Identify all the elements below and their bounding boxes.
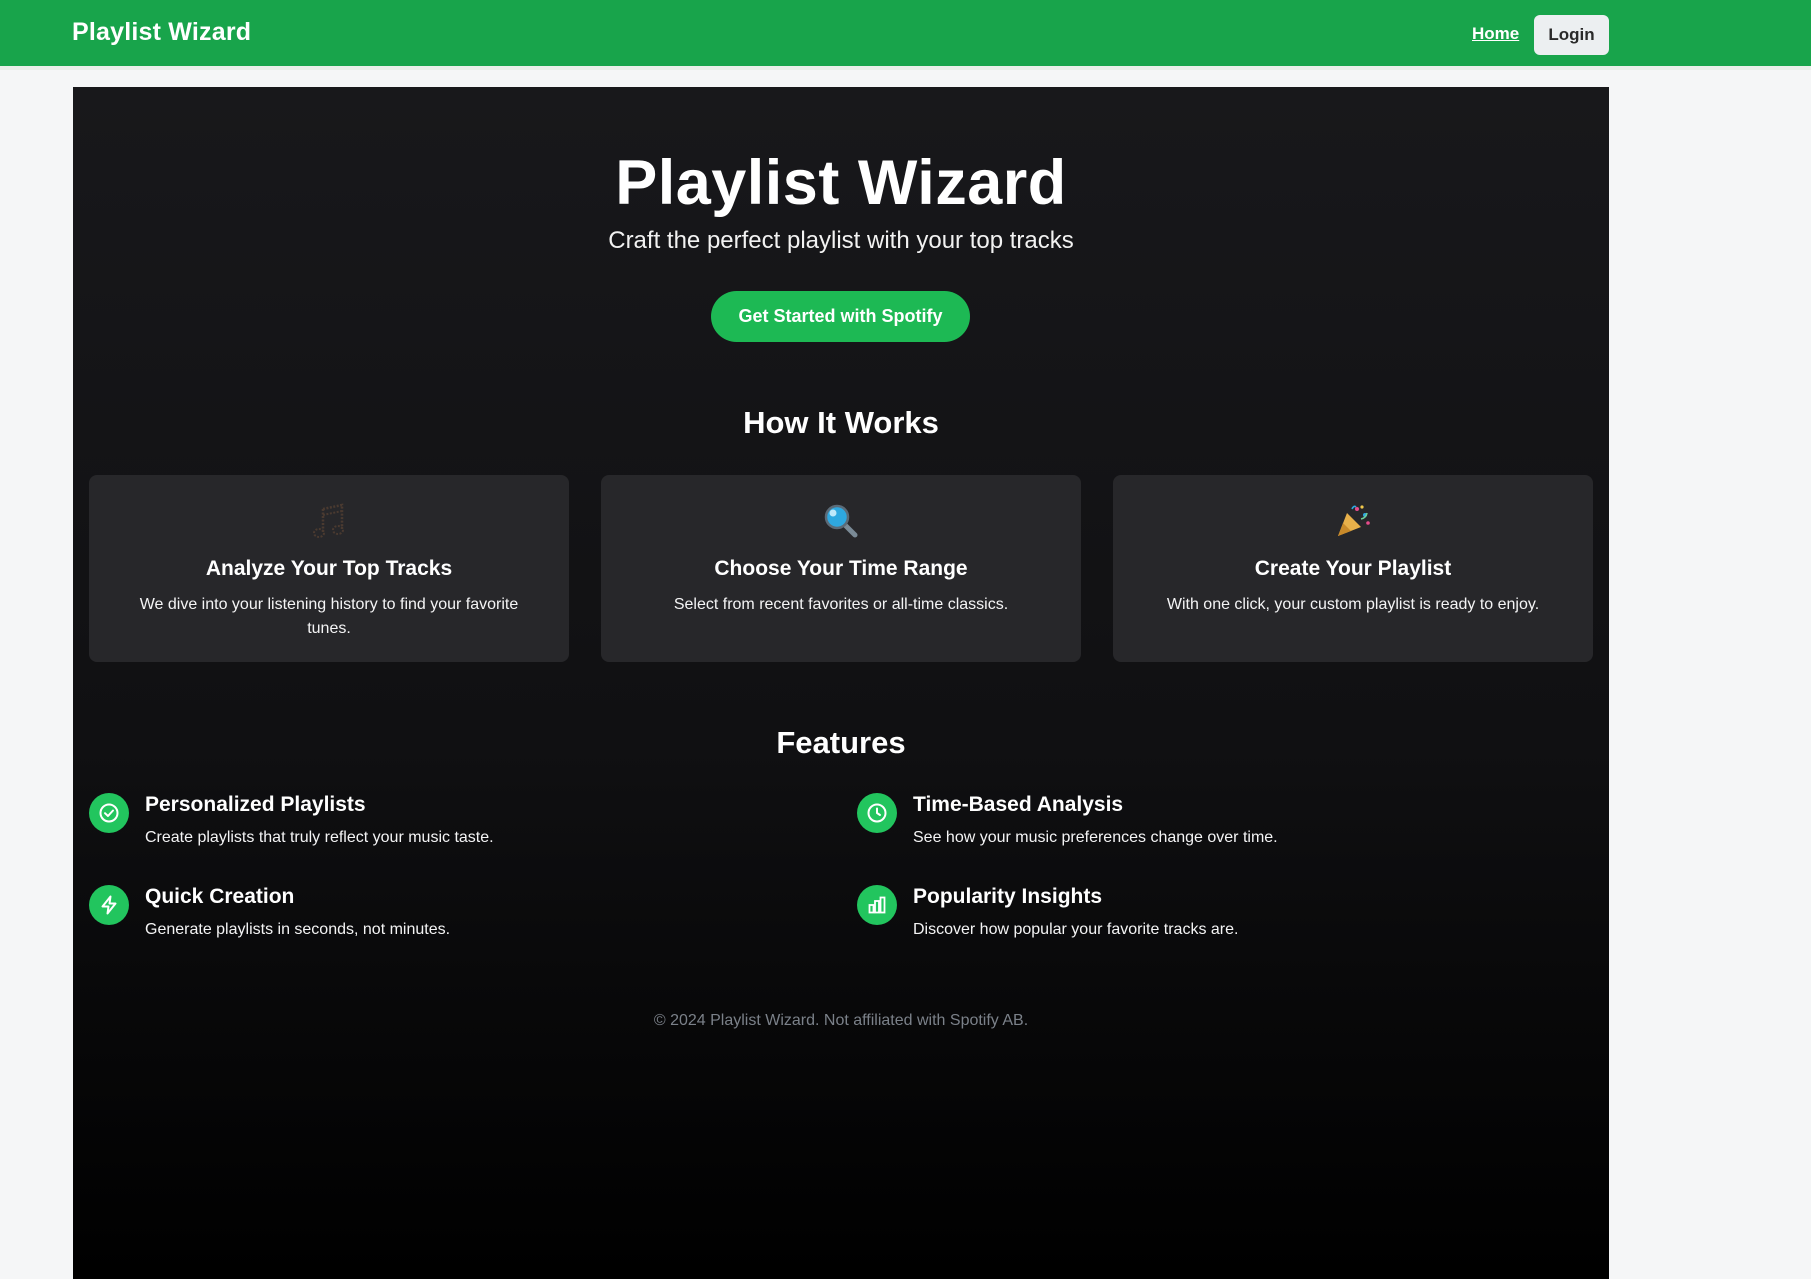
step-description: With one click, your custom playlist is … xyxy=(1166,596,1540,613)
step-card-time-range: Choose Your Time Range Select from recen… xyxy=(601,475,1081,662)
hero-subtitle: Craft the perfect playlist with your top… xyxy=(608,227,1074,254)
get-started-spotify-button[interactable]: Get Started with Spotify xyxy=(711,291,970,342)
step-description: We dive into your listening history to f… xyxy=(139,596,519,637)
step-description: Select from recent favorites or all-time… xyxy=(673,596,1009,613)
magnifying-glass-icon xyxy=(601,499,1081,539)
login-button[interactable]: Login xyxy=(1534,15,1609,55)
feature-description: Generate playlists in seconds, not minut… xyxy=(145,921,451,938)
step-card-analyze: Analyze Your Top Tracks We dive into you… xyxy=(89,475,569,662)
feature-popularity-insights: Popularity Insights Discover how popular… xyxy=(857,885,1557,955)
step-card-create: Create Your Playlist With one click, you… xyxy=(1113,475,1593,662)
lightning-bolt-icon xyxy=(89,885,129,925)
nav-home-link[interactable]: Home xyxy=(1472,24,1519,44)
step-title: Choose Your Time Range xyxy=(714,557,968,580)
feature-title: Quick Creation xyxy=(145,885,295,908)
feature-title: Personalized Playlists xyxy=(145,793,366,816)
feature-personalized-playlists: Personalized Playlists Create playlists … xyxy=(89,793,789,863)
top-navbar: Playlist Wizard Home Login xyxy=(0,0,1811,70)
features-title: Features xyxy=(776,725,906,760)
feature-description: See how your music preferences change ov… xyxy=(913,829,1278,846)
step-title: Analyze Your Top Tracks xyxy=(205,557,453,580)
feature-description: Create playlists that truly reflect your… xyxy=(145,829,494,846)
party-popper-icon xyxy=(1113,499,1593,539)
feature-quick-creation: Quick Creation Generate playlists in sec… xyxy=(89,885,789,955)
hero-title: Playlist Wizard xyxy=(615,148,1067,218)
feature-time-based-analysis: Time-Based Analysis See how your music p… xyxy=(857,793,1557,863)
main-content-panel: Playlist Wizard Craft the perfect playli… xyxy=(73,87,1609,1279)
clock-icon xyxy=(857,793,897,833)
feature-title: Popularity Insights xyxy=(913,885,1103,908)
step-title: Create Your Playlist xyxy=(1254,557,1452,580)
how-it-works-title: How It Works xyxy=(743,405,939,440)
feature-title: Time-Based Analysis xyxy=(913,793,1124,816)
feature-description: Discover how popular your favorite track… xyxy=(913,921,1239,938)
brand-logo-text[interactable]: Playlist Wizard xyxy=(72,18,251,47)
bar-chart-icon xyxy=(857,885,897,925)
musical-notes-icon xyxy=(89,499,569,539)
footer-copyright: © 2024 Playlist Wizard. Not affiliated w… xyxy=(653,1012,1029,1029)
check-circle-icon xyxy=(89,793,129,833)
